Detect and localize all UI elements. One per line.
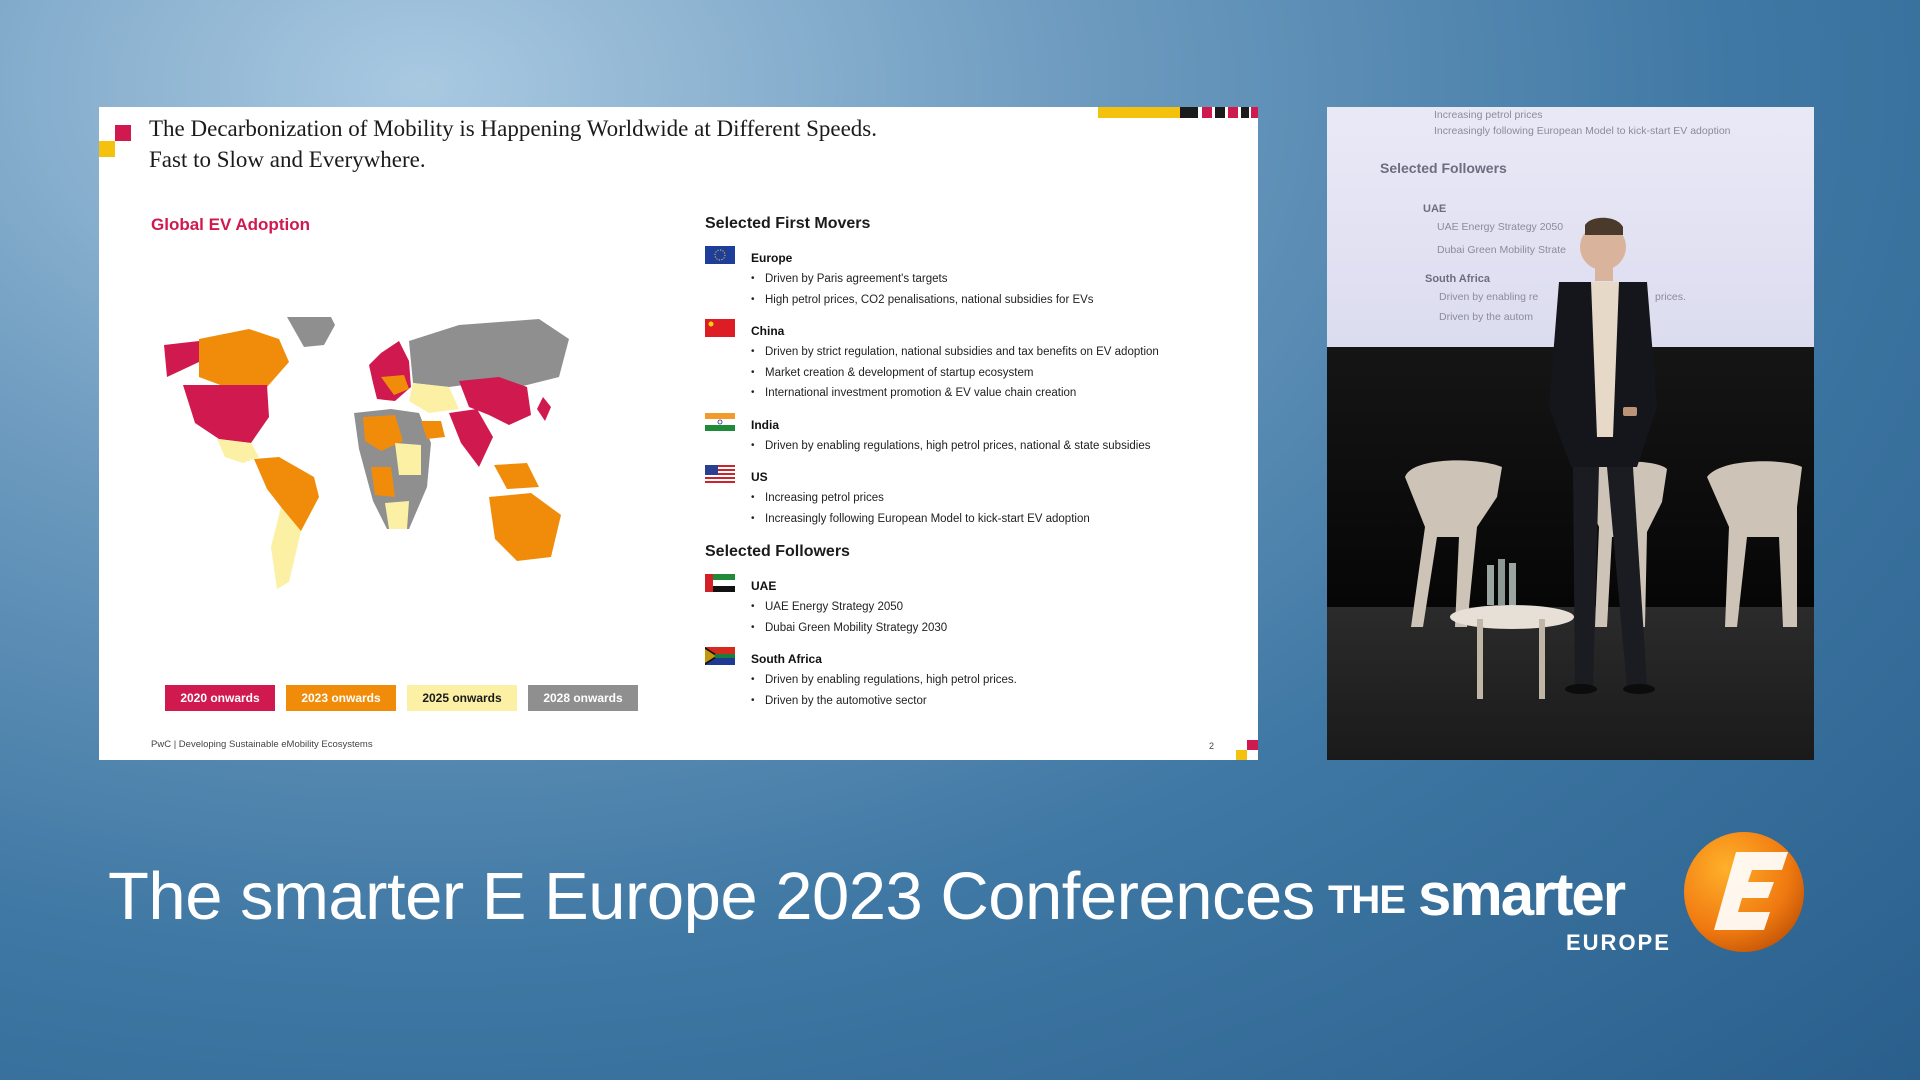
slide-title-line1: The Decarbonization of Mobility is Happe… — [149, 116, 878, 141]
pwc-corner-logo-icon — [99, 125, 131, 157]
country-name: Europe — [751, 251, 793, 265]
followers-heading: Selected Followers — [705, 543, 850, 560]
world-map-icon — [164, 317, 569, 589]
us-flag-icon — [705, 465, 735, 483]
slide-footer: PwC | Developing Sustainable eMobility E… — [151, 739, 373, 750]
logo-europe-text: EUROPE — [1566, 930, 1671, 955]
bullet-item: Increasing petrol prices — [751, 488, 1245, 509]
bullet-item: High petrol prices, CO2 penalisations, n… — [751, 290, 1245, 311]
decorative-stripes-icon — [1098, 107, 1258, 118]
country-south-africa: South Africa Driven by enabling regulati… — [705, 647, 1245, 712]
legend-2025: 2025 onwards — [407, 685, 517, 711]
legend-2028: 2028 onwards — [528, 685, 638, 711]
first-movers-heading: Selected First Movers — [705, 215, 871, 232]
country-name: UAE — [751, 579, 777, 593]
bullet-item: Increasingly following European Model to… — [751, 509, 1245, 530]
country-china: China Driven by strict regulation, natio… — [705, 319, 1245, 404]
country-europe: Europe Driven by Paris agreement's targe… — [705, 246, 1245, 311]
presentation-slide: The Decarbonization of Mobility is Happe… — [99, 107, 1258, 760]
map-title: Global EV Adoption — [151, 215, 310, 234]
legend-2020: 2020 onwards — [165, 685, 275, 711]
bullet-item: Driven by enabling regulations, high pet… — [751, 670, 1245, 691]
bullet-item: International investment promotion & EV … — [751, 383, 1245, 404]
country-name: India — [751, 417, 780, 432]
logo-the-text: THE — [1328, 878, 1406, 922]
speaker-scene-icon — [1405, 217, 1802, 699]
bullet-item: Driven by enabling regulations, high pet… — [751, 436, 1245, 457]
legend-2023: 2023 onwards — [286, 685, 396, 711]
south-africa-flag-icon — [705, 647, 735, 665]
bullet-item: Driven by strict regulation, national su… — [751, 342, 1245, 363]
country-name: US — [751, 470, 768, 484]
bullet-item: Driven by the automotive sector — [751, 691, 1245, 712]
page-number: 2 — [1208, 741, 1214, 751]
country-us: US Increasing petrol prices Increasingly… — [705, 465, 1245, 530]
china-flag-icon — [705, 319, 735, 337]
country-uae: UAE UAE Energy Strategy 2050 Dubai Green… — [705, 574, 1245, 639]
slide-title: The Decarbonization of Mobility is Happe… — [149, 113, 1069, 175]
bullet-item: UAE Energy Strategy 2050 — [751, 597, 1245, 618]
logo-smarter-text: smarter — [1418, 861, 1626, 928]
speaker-video: Increasing petrol prices Increasingly fo… — [1327, 107, 1814, 760]
bullet-item: Driven by Paris agreement's targets — [751, 269, 1245, 290]
map-legend: 2020 onwards 2023 onwards 2025 onwards 2… — [165, 685, 638, 711]
bullet-item: Dubai Green Mobility Strategy 2030 — [751, 618, 1245, 639]
uae-flag-icon — [705, 574, 735, 592]
country-name: China — [751, 324, 785, 338]
smarter-e-logo: THE smarter EUROPE — [1326, 830, 1816, 960]
country-lists: Selected First Movers Europe Driven by P… — [705, 215, 1245, 725]
conference-title: The smarter E Europe 2023 Conferences — [108, 859, 1315, 934]
india-flag-icon — [705, 412, 735, 431]
country-name: South Africa — [751, 652, 822, 666]
country-india: India Driven by enabling regulations, hi… — [705, 412, 1245, 457]
eu-flag-icon — [705, 246, 735, 264]
pwc-bottom-logo-icon — [1236, 740, 1258, 760]
smarter-e-mark-icon — [1684, 832, 1804, 952]
slide-title-line2: Fast to Slow and Everywhere. — [149, 147, 426, 172]
bullet-item: Market creation & development of startup… — [751, 363, 1245, 384]
